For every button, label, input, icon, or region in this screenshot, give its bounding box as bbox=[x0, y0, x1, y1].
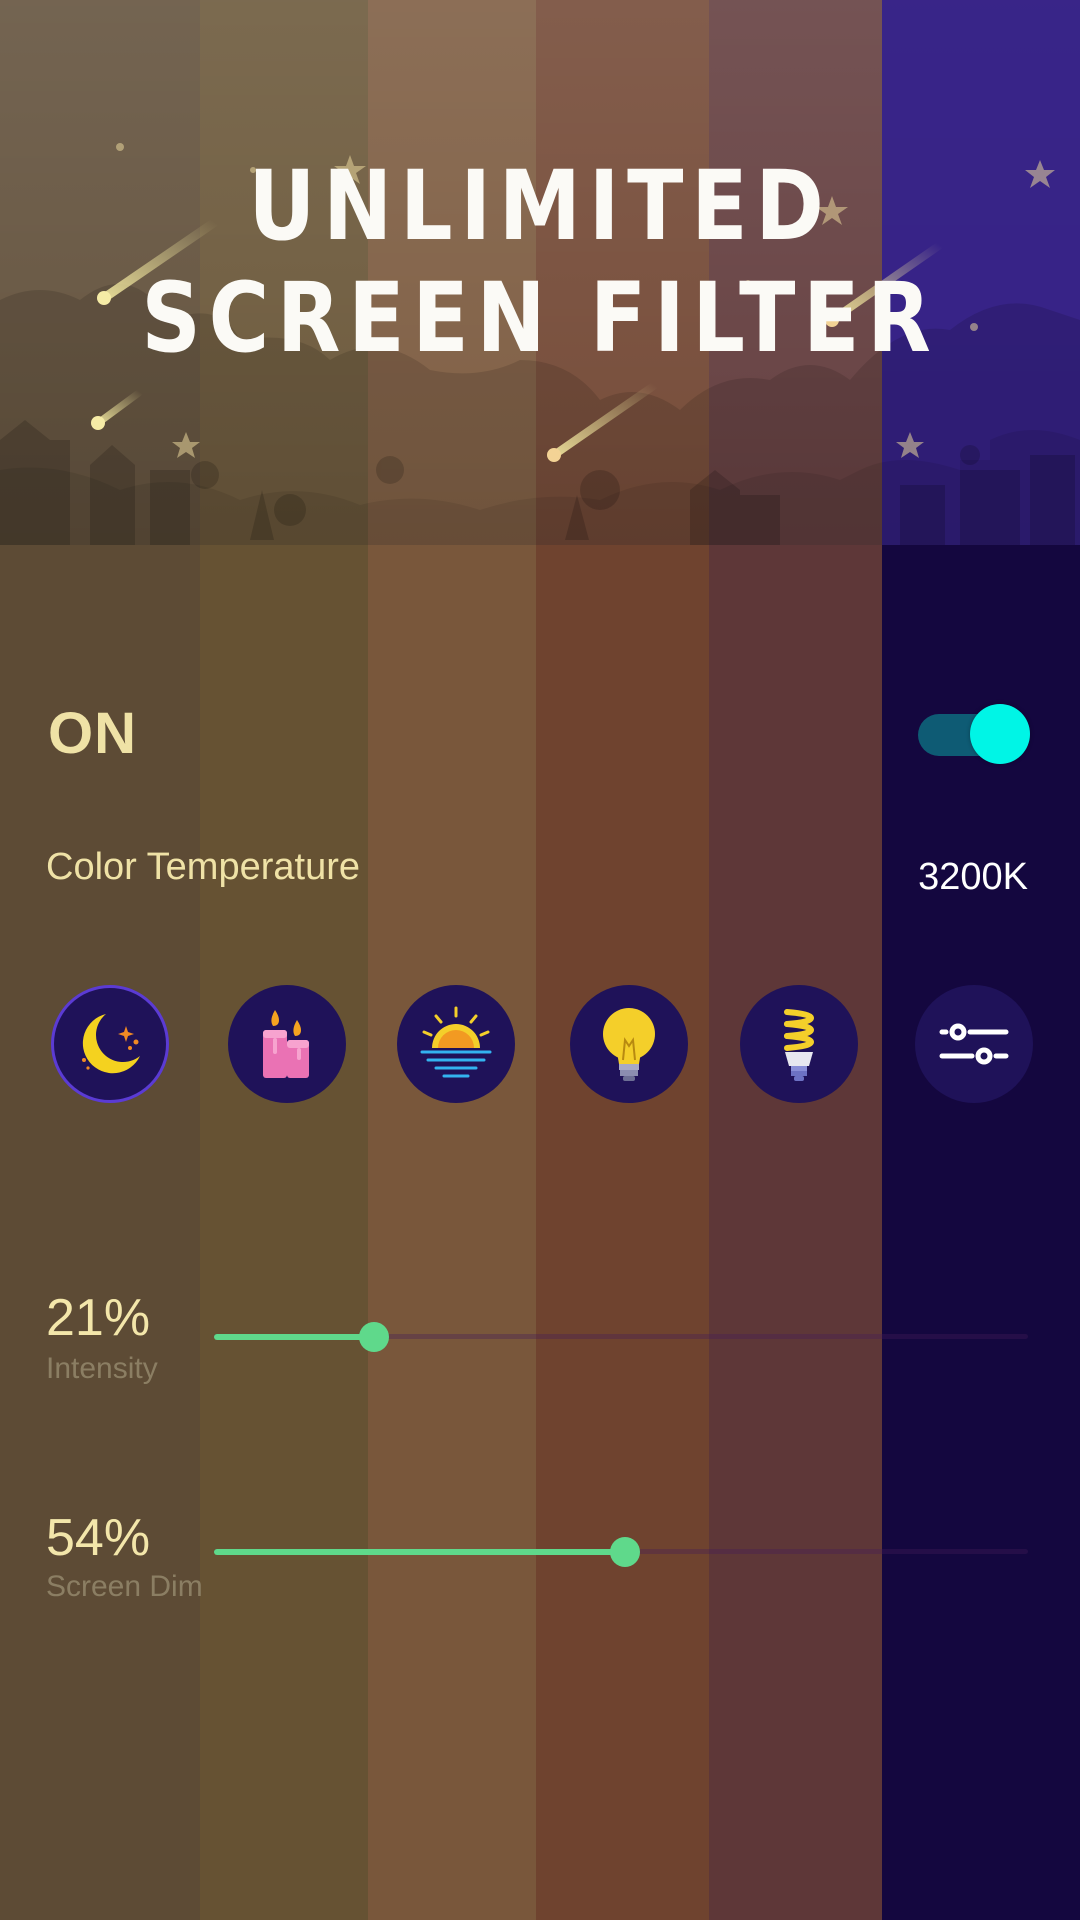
preset-lightbulb-button[interactable] bbox=[570, 985, 688, 1103]
preset-moon-button[interactable] bbox=[51, 985, 169, 1103]
sunset-icon bbox=[420, 1006, 492, 1078]
screen-dim-slider-thumb[interactable] bbox=[609, 1537, 640, 1567]
app-title: UNLIMITED SCREEN FILTER bbox=[76, 150, 1005, 374]
intensity-slider-fill bbox=[214, 1334, 374, 1340]
preset-custom-settings-button[interactable] bbox=[915, 985, 1033, 1103]
moon-icon bbox=[82, 1014, 140, 1074]
app-title-line-2: SCREEN FILTER bbox=[141, 262, 939, 374]
power-toggle-knob bbox=[970, 704, 1030, 764]
intensity-slider[interactable] bbox=[214, 1317, 1028, 1357]
power-status-label: ON bbox=[48, 701, 137, 766]
intensity-slider-thumb[interactable] bbox=[358, 1322, 389, 1352]
preset-fluorescent-bulb-button[interactable] bbox=[740, 985, 858, 1103]
screen-dim-slider[interactable] bbox=[214, 1532, 1028, 1572]
candles-icon bbox=[263, 1010, 309, 1078]
app-title-line-1: UNLIMITED bbox=[248, 150, 832, 262]
lightbulb-icon bbox=[603, 1008, 655, 1081]
intensity-label: Intensity bbox=[46, 1352, 158, 1385]
intensity-percent: 21% bbox=[46, 1289, 151, 1347]
fluorescent-bulb-icon bbox=[784, 1009, 815, 1081]
power-toggle[interactable] bbox=[918, 704, 1030, 766]
screen-dim-percent: 54% bbox=[46, 1509, 151, 1567]
sliders-icon bbox=[939, 1023, 1009, 1065]
screen-dim-slider-fill bbox=[214, 1549, 625, 1555]
screen-dim-label: Screen Dim bbox=[46, 1570, 203, 1603]
preset-candles-button[interactable] bbox=[228, 985, 346, 1103]
color-temperature-value: 3200K bbox=[918, 856, 1028, 898]
color-temperature-label: Color Temperature bbox=[46, 846, 361, 888]
preset-sunset-button[interactable] bbox=[397, 985, 515, 1103]
